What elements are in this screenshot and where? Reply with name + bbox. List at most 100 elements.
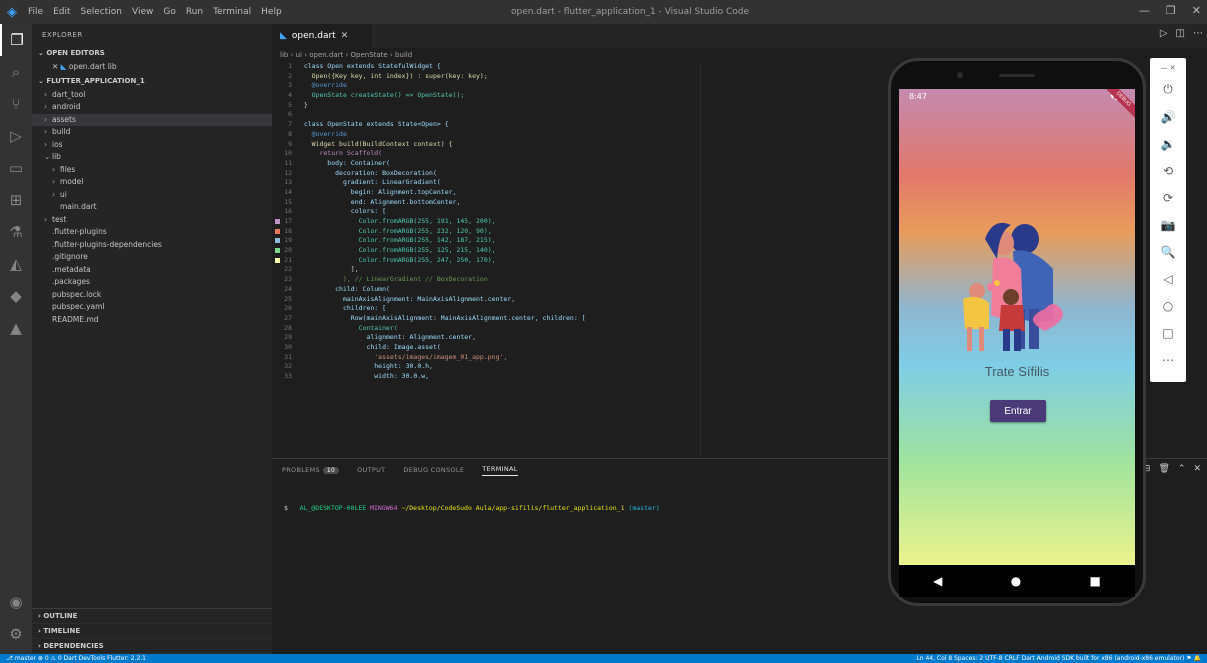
power-icon[interactable]: ⏻ (1150, 76, 1186, 103)
color-swatch-icon[interactable] (275, 228, 280, 234)
color-swatch-icon[interactable] (275, 257, 280, 263)
tree-item[interactable]: › dart_tool (32, 89, 272, 102)
code-line[interactable]: 30 child: Image.asset( (272, 343, 892, 353)
status-right[interactable]: Ln 44, Col 8 Spaces: 2 UTF-8 CRLF Dart A… (916, 654, 1201, 663)
code-line[interactable]: 13 gradient: LinearGradient( (272, 178, 892, 188)
remote-icon[interactable]: ▭ (0, 152, 32, 184)
menu-item-help[interactable]: Help (261, 7, 282, 17)
code-line[interactable]: 32 height: 30.0.h, (272, 362, 892, 372)
code-line[interactable]: 6 (272, 110, 892, 120)
nav-recents-icon[interactable]: ■ (1090, 574, 1101, 588)
tree-item[interactable]: › assets (32, 113, 272, 126)
code-line[interactable]: 2 Open({Key key, int index}) : super(key… (272, 72, 892, 82)
camera-icon[interactable]: 📷 (1150, 211, 1186, 238)
code-editor[interactable]: 1 class Open extends StatefulWidget {2 O… (272, 62, 892, 456)
color-swatch-icon[interactable] (275, 219, 280, 224)
more-icon[interactable]: ⋯ (1150, 346, 1186, 373)
code-line[interactable]: 11 body: Container( (272, 159, 892, 169)
code-line[interactable]: 14 begin: Alignment.topCenter, (272, 188, 892, 198)
volume-down-icon[interactable]: 🔉 (1150, 130, 1186, 157)
code-line[interactable]: 15 end: Alignment.bottomCenter, (272, 198, 892, 208)
code-line[interactable]: 3 @override (272, 81, 892, 91)
open-editor-item[interactable]: ✕ ◣ open.dart lib (32, 61, 272, 74)
rotate-left-icon[interactable]: ⟲ (1150, 157, 1186, 184)
timeline-section[interactable]: › TIMELINE (32, 624, 272, 639)
color-swatch-icon[interactable] (275, 248, 280, 254)
code-line[interactable]: 5 } (272, 101, 892, 111)
code-line[interactable]: 19 Color.fromARGB(255, 142, 187, 215), (272, 236, 892, 246)
code-line[interactable]: 16 colors: [ (272, 207, 892, 217)
code-line[interactable]: 31 'assets/images/imagem_01_app.png', (272, 353, 892, 363)
nav-home-icon[interactable]: ● (1011, 574, 1021, 588)
more-actions-icon[interactable]: ⋯ (1193, 28, 1203, 39)
source-control-icon[interactable]: ⑂ (0, 88, 32, 120)
tree-item[interactable]: pubspec.yaml (32, 301, 272, 314)
maximize-button[interactable]: ❐ (1166, 4, 1176, 17)
tree-item[interactable]: › ui (32, 189, 272, 202)
extensions-icon[interactable]: ⊞ (0, 184, 32, 216)
overview-icon[interactable]: □ (1150, 319, 1186, 346)
tab-output[interactable]: OUTPUT (357, 466, 385, 474)
menu-item-edit[interactable]: Edit (53, 7, 70, 17)
back-icon[interactable]: ◁ (1150, 265, 1186, 292)
rotate-right-icon[interactable]: ⟳ (1150, 184, 1186, 211)
tree-item[interactable]: .gitignore (32, 251, 272, 264)
code-line[interactable]: 8 @override (272, 130, 892, 140)
tree-item[interactable]: pubspec.lock (32, 289, 272, 302)
close-window-button[interactable]: ✕ (1192, 4, 1201, 17)
nav-back-icon[interactable]: ◀ (933, 574, 942, 588)
tab-terminal[interactable]: TERMINAL (482, 465, 518, 476)
code-line[interactable]: 18 Color.fromARGB(255, 232, 120, 90), (272, 227, 892, 237)
code-line[interactable]: 20 Color.fromARGB(255, 125, 215, 140), (272, 246, 892, 256)
home-icon[interactable]: ○ (1150, 292, 1186, 319)
volume-up-icon[interactable]: 🔊 (1150, 103, 1186, 130)
enter-button[interactable]: Entrar (990, 400, 1046, 422)
tree-item[interactable]: › build (32, 126, 272, 139)
menu-item-file[interactable]: File (28, 7, 43, 17)
status-left[interactable]: ⎇ master ⊗ 0 ⚠ 0 Dart DevTools Flutter: … (6, 654, 146, 663)
tree-item[interactable]: › test (32, 214, 272, 227)
code-line[interactable]: 24 child: Column( (272, 285, 892, 295)
tab-problems[interactable]: PROBLEMS 10 (282, 466, 340, 474)
code-line[interactable]: 7 class OpenState extends State<Open> { (272, 120, 892, 130)
code-line[interactable]: 9 Widget build(BuildContext context) { (272, 140, 892, 150)
tree-item[interactable]: README.md (32, 314, 272, 327)
menu-item-selection[interactable]: Selection (81, 7, 122, 17)
dependencies-section[interactable]: › DEPENDENCIES (32, 639, 272, 654)
flutter-icon[interactable]: ◭ (0, 248, 32, 280)
tree-item[interactable]: .metadata (32, 264, 272, 277)
code-line[interactable]: 10 return Scaffold( (272, 149, 892, 159)
close-tab-icon[interactable]: ✕ (341, 31, 349, 41)
tree-item[interactable]: .flutter-plugins-dependencies (32, 239, 272, 252)
run-icon[interactable]: ▷ (1160, 28, 1168, 39)
code-line[interactable]: 23 ), // LinearGradient // BoxDecoration (272, 275, 892, 285)
tab-debug-console[interactable]: DEBUG CONSOLE (403, 466, 464, 474)
code-line[interactable]: 22 ], (272, 265, 892, 275)
tree-item[interactable]: main.dart (32, 201, 272, 214)
run-debug-icon[interactable]: ▷ (0, 120, 32, 152)
emulator-screen[interactable]: 8:47 ▾◢▮ DEBUG Trate Sífilis Entrar (899, 89, 1135, 565)
tree-item[interactable]: › model (32, 176, 272, 189)
code-line[interactable]: 28 Container( (272, 324, 892, 334)
color-swatch-icon[interactable] (275, 238, 280, 244)
tree-item[interactable]: .flutter-plugins (32, 226, 272, 239)
testing-icon[interactable]: ⚗ (0, 216, 32, 248)
outline-section[interactable]: › OUTLINE (32, 609, 272, 624)
tree-item[interactable]: .packages (32, 276, 272, 289)
project-section[interactable]: ⌄ FLUTTER_APPLICATION_1 (32, 74, 272, 89)
open-editors-section[interactable]: ⌄ OPEN EDITORS (32, 46, 272, 61)
search-icon[interactable]: ⌕ (0, 56, 32, 88)
close-panel-icon[interactable]: ✕ (1193, 464, 1201, 474)
tree-item[interactable]: › ios (32, 139, 272, 152)
minimize-button[interactable]: — (1139, 4, 1150, 17)
tree-item[interactable]: ⌄ lib (32, 151, 272, 164)
zoom-icon[interactable]: 🔍 (1150, 238, 1186, 265)
menu-item-run[interactable]: Run (186, 7, 203, 17)
menu-item-terminal[interactable]: Terminal (213, 7, 251, 17)
tree-item[interactable]: › files (32, 164, 272, 177)
tab-open-dart[interactable]: ◣ open.dart ✕ (272, 24, 372, 48)
breadcrumb[interactable]: lib › ui › open.dart › OpenState › build (272, 48, 892, 62)
kill-terminal-icon[interactable]: 🗑 (1158, 464, 1169, 474)
split-editor-icon[interactable]: ◫ (1176, 28, 1185, 39)
code-line[interactable]: 21 Color.fromARGB(255, 247, 250, 170), (272, 256, 892, 266)
